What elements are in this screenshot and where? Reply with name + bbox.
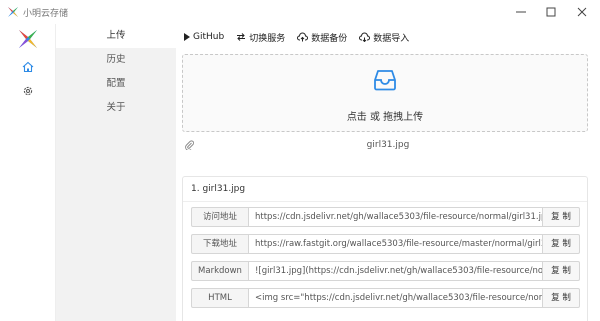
app-logo-icon [19,30,37,48]
result-divider [183,201,587,202]
copy-button[interactable]: 复 制 [542,261,580,281]
dropzone-text: 点击 或 拖拽上传 [346,112,424,123]
icon-rail [0,24,56,321]
switch-service-button[interactable]: 切换服务 [236,28,285,46]
subnav-item-history[interactable]: 历史 [56,48,176,72]
copy-button[interactable]: 复 制 [542,207,580,227]
caret-right-icon [184,33,190,41]
cloud-download-icon [359,32,371,42]
link-row-markdown: Markdown ![girl31.jpg](https://cdn.jsdel… [191,261,581,281]
link-label: 下载地址 [191,234,249,254]
github-link[interactable]: GitHub [184,28,224,46]
upload-dropzone[interactable]: 点击 或 拖拽上传 [182,54,588,132]
inbox-icon [374,70,396,91]
link-value-field[interactable]: https://cdn.jsdelivr.net/gh/wallace5303/… [249,207,542,227]
import-button[interactable]: 数据导入 [359,28,409,46]
window-title: 小明云存储 [23,9,69,19]
close-icon [577,7,587,17]
subnav-item-upload[interactable]: 上传 [56,24,176,48]
maximize-icon [546,7,556,17]
result-title: 1. girl31.jpg [191,184,246,194]
link-value-field[interactable]: <img src="https://cdn.jsdelivr.net/gh/wa… [249,288,542,308]
link-label: 访问地址 [191,207,249,227]
link-label: HTML [191,288,249,308]
uploaded-file-name[interactable]: girl31.jpg [176,140,600,150]
switch-service-label: 切换服务 [249,33,286,44]
subnav-item-about[interactable]: 关于 [56,96,176,120]
rail-home-button[interactable] [20,59,36,75]
backup-label: 数据备份 [311,33,348,44]
link-row-access: 访问地址 https://cdn.jsdelivr.net/gh/wallace… [191,207,581,227]
subnav-item-config[interactable]: 配置 [56,72,176,96]
toolbar: GitHub 切换服务 数据备份 数据导入 [184,28,421,46]
home-icon [22,61,34,73]
main-content: GitHub 切换服务 数据备份 数据导入 点击 或 拖拽上传 girl31.j… [176,24,600,321]
cloud-upload-icon [297,32,309,42]
link-value-field[interactable]: https://raw.fastgit.org/wallace5303/file… [249,234,542,254]
link-row-html: HTML <img src="https://cdn.jsdelivr.net/… [191,288,581,308]
sub-navigation: 上传 历史 配置 关于 [56,24,176,321]
maximize-button[interactable] [536,0,566,24]
import-label: 数据导入 [373,33,410,44]
minimize-icon [516,11,526,13]
minimize-button[interactable] [506,0,536,24]
link-value-field[interactable]: ![girl31.jpg](https://cdn.jsdelivr.net/g… [249,261,542,281]
close-button[interactable] [567,0,597,24]
copy-button[interactable]: 复 制 [542,234,580,254]
title-bar: 小明云存储 [0,0,600,24]
github-label: GitHub [193,32,225,42]
backup-button[interactable]: 数据备份 [297,28,347,46]
rail-settings-button[interactable] [20,83,36,99]
swap-icon [237,33,246,41]
link-row-download: 下载地址 https://raw.fastgit.org/wallace5303… [191,234,581,254]
app-logo-icon [8,7,18,17]
link-label: Markdown [191,261,249,281]
gear-icon [23,86,33,96]
copy-button[interactable]: 复 制 [542,288,580,308]
upload-result-card: 1. girl31.jpg 访问地址 https://cdn.jsdelivr.… [182,176,588,321]
